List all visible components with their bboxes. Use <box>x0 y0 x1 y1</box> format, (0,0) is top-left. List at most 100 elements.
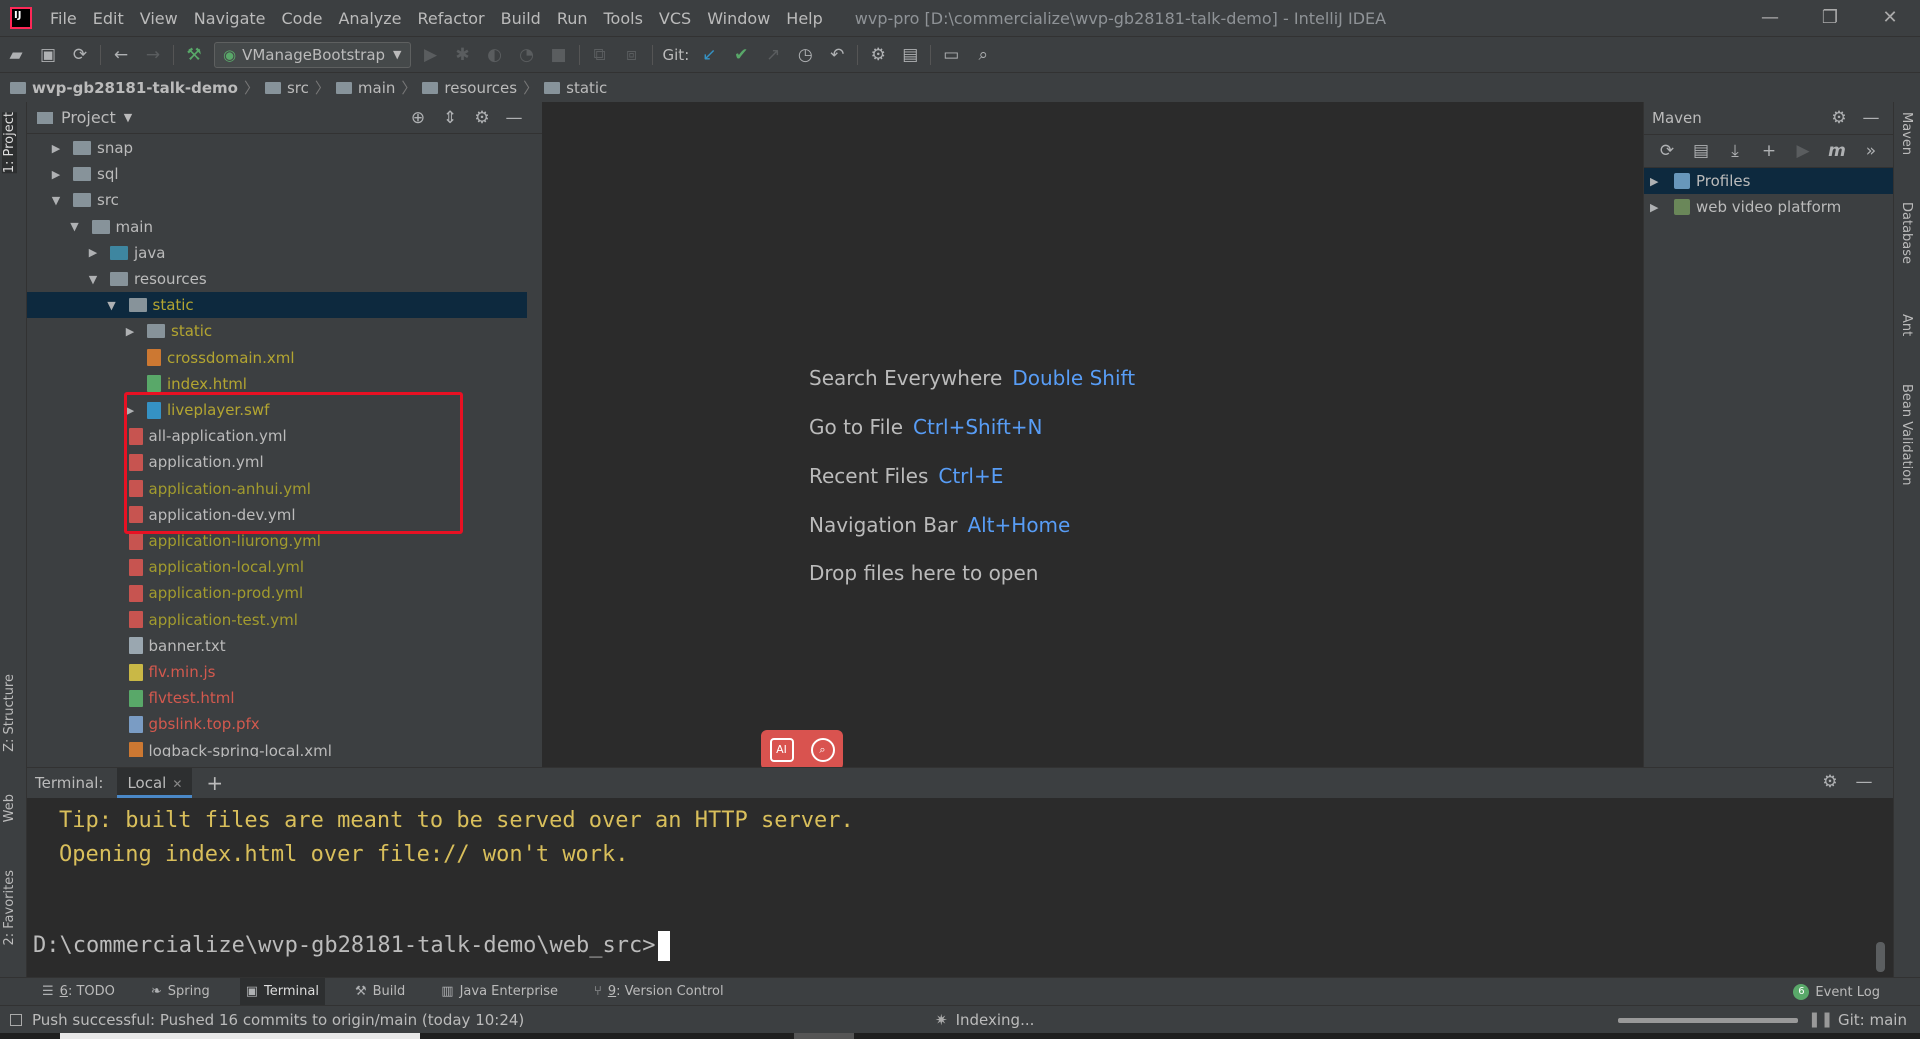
project-structure-icon[interactable]: ▤ <box>894 45 926 65</box>
new-terminal-button[interactable]: + <box>206 771 223 795</box>
tree-item[interactable]: crossdomain.xml <box>27 345 527 371</box>
tool-tab-bean-validation[interactable]: Bean Validation <box>1899 384 1914 485</box>
chevron-right-icon[interactable]: ▶ <box>49 142 63 155</box>
chevron-right-icon[interactable]: ▶ <box>49 168 63 181</box>
search-icon[interactable]: ⌕ <box>967 45 999 65</box>
tool-tab-version-control[interactable]: ⑂ 9: Version Control <box>588 978 730 1006</box>
menu-help[interactable]: Help <box>778 9 830 28</box>
tree-item[interactable]: application-prod.yml <box>27 580 527 606</box>
tree-item[interactable]: ▼ src <box>27 187 527 213</box>
pause-icon[interactable]: ❚❚ <box>1808 1010 1833 1028</box>
restore-button[interactable]: ❐ <box>1800 0 1860 36</box>
gear-icon[interactable]: ⚙ <box>466 108 498 128</box>
event-log-button[interactable]: 6 Event Log <box>1793 978 1880 1006</box>
breadcrumb-item[interactable]: wvp-gb28181-talk-demo <box>10 79 238 97</box>
tool-tab-ant[interactable]: Ant <box>1899 314 1914 336</box>
menu-tools[interactable]: Tools <box>596 9 651 28</box>
sync-icon[interactable]: ⟳ <box>64 45 96 65</box>
tool-tab-maven[interactable]: Maven <box>1899 112 1914 155</box>
menu-edit[interactable]: Edit <box>85 9 132 28</box>
run-icon[interactable]: ▶ <box>415 45 447 65</box>
terminal-tab-local[interactable]: Local ✕ <box>117 768 193 798</box>
git-commit-icon[interactable]: ✔ <box>725 45 757 65</box>
chevron-down-icon[interactable]: ▼ <box>68 220 82 233</box>
profile-icon[interactable]: ◔ <box>511 45 543 65</box>
menu-file[interactable]: File <box>42 9 85 28</box>
breadcrumb-item[interactable]: src <box>264 79 309 97</box>
generate-sources-icon[interactable]: ▤ <box>1684 141 1718 161</box>
forward-icon[interactable]: → <box>137 45 169 65</box>
tool-tab-project[interactable]: 1: Project <box>2 112 17 174</box>
tool-tab-database[interactable]: Database <box>1899 202 1914 264</box>
tree-item[interactable]: gbslink.top.pfx <box>27 711 527 737</box>
tree-item[interactable]: ▶ java <box>27 240 527 266</box>
tree-item[interactable]: flvtest.html <box>27 685 527 711</box>
tool-tab-spring[interactable]: ❧ Spring <box>145 978 216 1006</box>
more-icon[interactable]: » <box>1854 141 1888 161</box>
tree-item[interactable]: ▶ static <box>27 318 527 344</box>
tool-tab-web[interactable]: Web <box>2 794 17 822</box>
tool-tab-terminal[interactable]: ▣ Terminal <box>239 977 325 1006</box>
tree-item[interactable]: banner.txt <box>27 633 527 659</box>
build-hammer-icon[interactable]: ⚒ <box>178 45 210 65</box>
chevron-right-icon[interactable]: ▶ <box>1650 175 1664 188</box>
close-button[interactable]: ✕ <box>1860 0 1920 36</box>
tree-item[interactable]: ▼ resources <box>27 266 527 292</box>
menu-run[interactable]: Run <box>549 9 596 28</box>
maven-item-project[interactable]: ▶ web video platform <box>1644 194 1893 220</box>
menu-code[interactable]: Code <box>274 9 331 28</box>
terminal-prompt[interactable]: D:\commercialize\wvp-gb28181-talk-demo\w… <box>33 931 670 961</box>
git-update-icon[interactable]: ↙ <box>693 45 725 65</box>
tool-tab-structure[interactable]: Z: Structure <box>2 674 17 752</box>
tool-tab-favorites[interactable]: 2: Favorites <box>2 870 17 946</box>
menu-navigate[interactable]: Navigate <box>186 9 274 28</box>
ai-icon[interactable]: AI <box>769 738 794 762</box>
download-icon[interactable]: ⤓ <box>1718 141 1752 161</box>
attach-debugger-icon[interactable]: ⧉ <box>584 45 616 65</box>
gear-icon[interactable]: ⚙ <box>1813 772 1847 792</box>
save-all-icon[interactable]: ▣ <box>32 45 64 65</box>
chevron-down-icon[interactable]: ▼ <box>86 273 100 286</box>
tree-item[interactable]: ▼ main <box>27 214 527 240</box>
toggle-tool-windows-icon[interactable] <box>10 1013 22 1026</box>
settings-wrench-icon[interactable]: ⚙ <box>862 45 894 65</box>
tree-item[interactable]: ▶ sql <box>27 161 527 187</box>
tree-item[interactable]: flv.min.js <box>27 659 527 685</box>
run-configuration-select[interactable]: ◉ VManageBootstrap ▼ <box>214 41 411 68</box>
chevron-right-icon[interactable]: ▶ <box>1650 201 1664 214</box>
git-branch-widget[interactable]: Git: main <box>1838 1011 1907 1029</box>
debug-icon[interactable]: ✱ <box>447 45 479 65</box>
tree-item[interactable]: ▼ static <box>27 292 527 319</box>
maven-item-profiles[interactable]: ▶ Profiles <box>1644 168 1893 194</box>
indexing-status[interactable]: ✷ Indexing... <box>935 1011 1034 1029</box>
breadcrumb-item[interactable]: static <box>544 79 607 97</box>
ai-assistant-widget[interactable]: AI ⌕ <box>761 730 843 770</box>
hide-icon[interactable]: — <box>498 108 530 128</box>
reload-icon[interactable]: ⟳ <box>1650 141 1684 161</box>
rollback-icon[interactable]: ↶ <box>821 45 853 65</box>
chevron-right-icon[interactable]: ▶ <box>86 246 100 259</box>
stop-icon[interactable]: ■ <box>543 45 575 65</box>
collapse-all-icon[interactable]: ⇕ <box>434 108 466 128</box>
tool-tab-todo[interactable]: ☰ 6: TODO <box>36 978 121 1006</box>
tool-tab-java-enterprise[interactable]: ▥ Java Enterprise <box>435 978 564 1006</box>
menu-window[interactable]: Window <box>699 9 778 28</box>
hide-icon[interactable]: — <box>1855 108 1887 128</box>
menu-view[interactable]: View <box>132 9 186 28</box>
menu-vcs[interactable]: VCS <box>651 9 699 28</box>
terminal-scrollbar[interactable] <box>1876 942 1885 972</box>
tree-item[interactable]: ▶ snap <box>27 135 527 161</box>
tree-item[interactable]: logback-spring-local.xml <box>27 738 527 757</box>
git-push-icon[interactable]: ↗ <box>757 45 789 65</box>
chevron-down-icon[interactable]: ▼ <box>49 194 63 207</box>
back-icon[interactable]: ← <box>105 45 137 65</box>
run-icon[interactable]: ▶ <box>1786 141 1820 161</box>
chevron-down-icon[interactable]: ▼ <box>124 111 132 124</box>
gear-icon[interactable]: ⚙ <box>1823 108 1855 128</box>
editor-empty-area[interactable]: Search Everywhere Double Shift Go to File… <box>543 102 1643 770</box>
menu-refactor[interactable]: Refactor <box>410 9 493 28</box>
open-folder-icon[interactable]: ▰ <box>0 45 32 65</box>
search-icon[interactable]: ⌕ <box>810 738 835 762</box>
tree-item[interactable]: application-test.yml <box>27 607 527 633</box>
breadcrumb-item[interactable]: main <box>335 79 395 97</box>
